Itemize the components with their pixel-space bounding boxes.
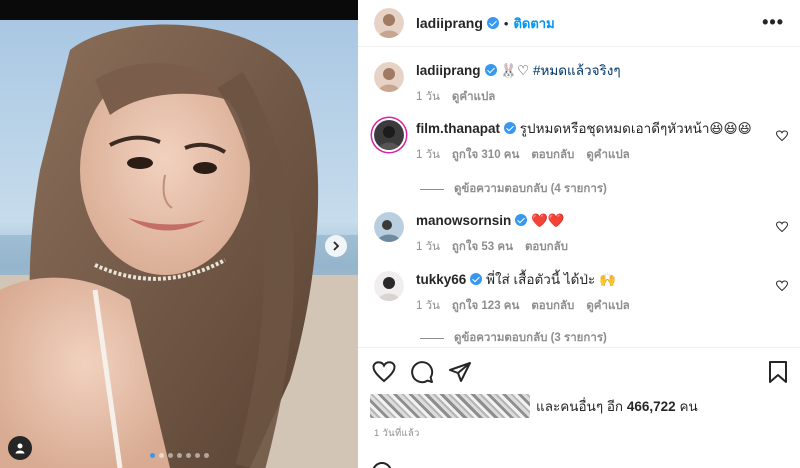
likes-prefix: และคนอื่นๆ อีก	[536, 399, 624, 414]
replies-divider	[420, 188, 444, 190]
header-separator: •	[503, 15, 509, 31]
view-replies-button[interactable]: ดูข้อความตอบกลับ (4 รายการ)	[420, 180, 607, 198]
comment-time[interactable]: 1 วัน	[416, 146, 440, 164]
like-comment-heart-icon[interactable]	[776, 130, 788, 142]
verified-badge-icon	[504, 122, 517, 134]
caption: ladiiprang 🐰♡ #หมดแล้วจริงๆ 1 วัน ดูคำแป…	[374, 62, 784, 106]
carousel-dot	[203, 453, 209, 458]
commenter-avatar[interactable]	[374, 120, 404, 150]
comment-time[interactable]: 1 วัน	[416, 238, 440, 256]
carousel-dot	[158, 453, 164, 458]
more-options-icon[interactable]: •••	[762, 13, 784, 31]
comment-item: tukky66 พี่ใส่ เสื้อตัวนี้ ได้ป่ะ 🙌 1 วั…	[374, 271, 784, 315]
blurred-liker-names	[370, 394, 530, 418]
selfie-image	[0, 20, 358, 468]
carousel-dot	[149, 453, 155, 458]
reply-button[interactable]: ตอบกลับ	[531, 146, 574, 164]
carousel-dot	[167, 453, 173, 458]
comment-likes[interactable]: ถูกใจ 53 คน	[452, 238, 513, 256]
comment-username[interactable]: film.thanapat	[416, 121, 500, 136]
verified-badge-icon	[470, 273, 483, 285]
reply-button[interactable]: ตอบกลับ	[531, 297, 574, 315]
caption-username[interactable]: ladiiprang	[416, 63, 481, 78]
likes-count[interactable]: 466,722	[627, 399, 676, 414]
post-photo[interactable]	[0, 20, 358, 468]
verified-badge-icon	[484, 64, 497, 76]
replies-divider	[420, 337, 444, 339]
comment-time[interactable]: 1 วัน	[416, 297, 440, 315]
translate-button[interactable]: ดูคำแปล	[586, 297, 629, 315]
carousel-dot	[176, 453, 182, 458]
posted-time[interactable]: 1 วันที่แล้ว	[374, 426, 420, 441]
comment-username[interactable]: tukky66	[416, 272, 466, 287]
bookmark-icon[interactable]	[768, 360, 788, 384]
translate-button[interactable]: ดูคำแปล	[452, 88, 495, 106]
translate-button[interactable]: ดูคำแปล	[586, 146, 629, 164]
caption-emoji: 🐰♡	[500, 63, 530, 78]
caption-time[interactable]: 1 วัน	[416, 88, 440, 106]
author-username[interactable]: ladiiprang	[416, 15, 483, 31]
emoji-picker-icon[interactable]	[372, 462, 392, 468]
post-header: ladiiprang • ติดตาม •••	[358, 0, 800, 47]
verified-badge-icon	[486, 17, 499, 29]
comment-username[interactable]: manowsornsin	[416, 213, 511, 228]
reply-button[interactable]: ตอบกลับ	[525, 238, 568, 256]
post-media	[0, 0, 358, 468]
post-sidebar: ladiiprang • ติดตาม ••• ladiiprang 🐰♡ #ห…	[358, 0, 800, 468]
comment-likes[interactable]: ถูกใจ 310 คน	[452, 146, 519, 164]
share-send-icon[interactable]	[448, 360, 472, 384]
likes-suffix: คน	[679, 399, 698, 414]
commenter-avatar[interactable]	[374, 271, 404, 301]
next-slide-button[interactable]	[325, 235, 347, 257]
author-avatar[interactable]	[374, 62, 404, 92]
comment-text: รูปหมดหรือชุดหมดเอาดีๆหัวหน้า😆😆😆	[519, 121, 752, 136]
follow-button[interactable]: ติดตาม	[513, 13, 554, 34]
caption-hashtag[interactable]: #หมดแล้วจริงๆ	[533, 63, 621, 78]
comment-likes[interactable]: ถูกใจ 123 คน	[452, 297, 519, 315]
likes-summary[interactable]: และคนอื่นๆ อีก 466,722 คน	[370, 394, 698, 418]
view-replies-label: ดูข้อความตอบกลับ (4 รายการ)	[454, 183, 607, 195]
post-actions: และคนอื่นๆ อีก 466,722 คน 1 วันที่แล้ว	[358, 347, 800, 468]
comment-item: manowsornsin ❤️❤️ 1 วัน ถูกใจ 53 คน ตอบก…	[374, 212, 784, 256]
comment-text: พี่ใส่ เสื้อตัวนี้ ได้ป่ะ 🙌	[486, 272, 616, 287]
view-replies-button[interactable]: ดูข้อความตอบกลับ (3 รายการ)	[420, 329, 607, 347]
author-avatar[interactable]	[374, 8, 404, 38]
carousel-dot	[185, 453, 191, 458]
carousel-dot	[194, 453, 200, 458]
like-comment-heart-icon[interactable]	[776, 221, 788, 233]
media-top-bar	[0, 0, 358, 20]
comment-bubble-icon[interactable]	[410, 360, 434, 384]
carousel-indicators	[0, 453, 358, 458]
verified-badge-icon	[515, 214, 528, 226]
view-replies-label: ดูข้อความตอบกลับ (3 รายการ)	[454, 332, 607, 344]
like-comment-heart-icon[interactable]	[776, 280, 788, 292]
commenter-avatar[interactable]	[374, 212, 404, 242]
comment-text: ❤️❤️	[531, 213, 565, 228]
chevron-right-icon	[333, 241, 340, 251]
like-heart-icon[interactable]	[372, 360, 396, 384]
comment-item: film.thanapat รูปหมดหรือชุดหมดเอาดีๆหัวห…	[374, 120, 784, 164]
